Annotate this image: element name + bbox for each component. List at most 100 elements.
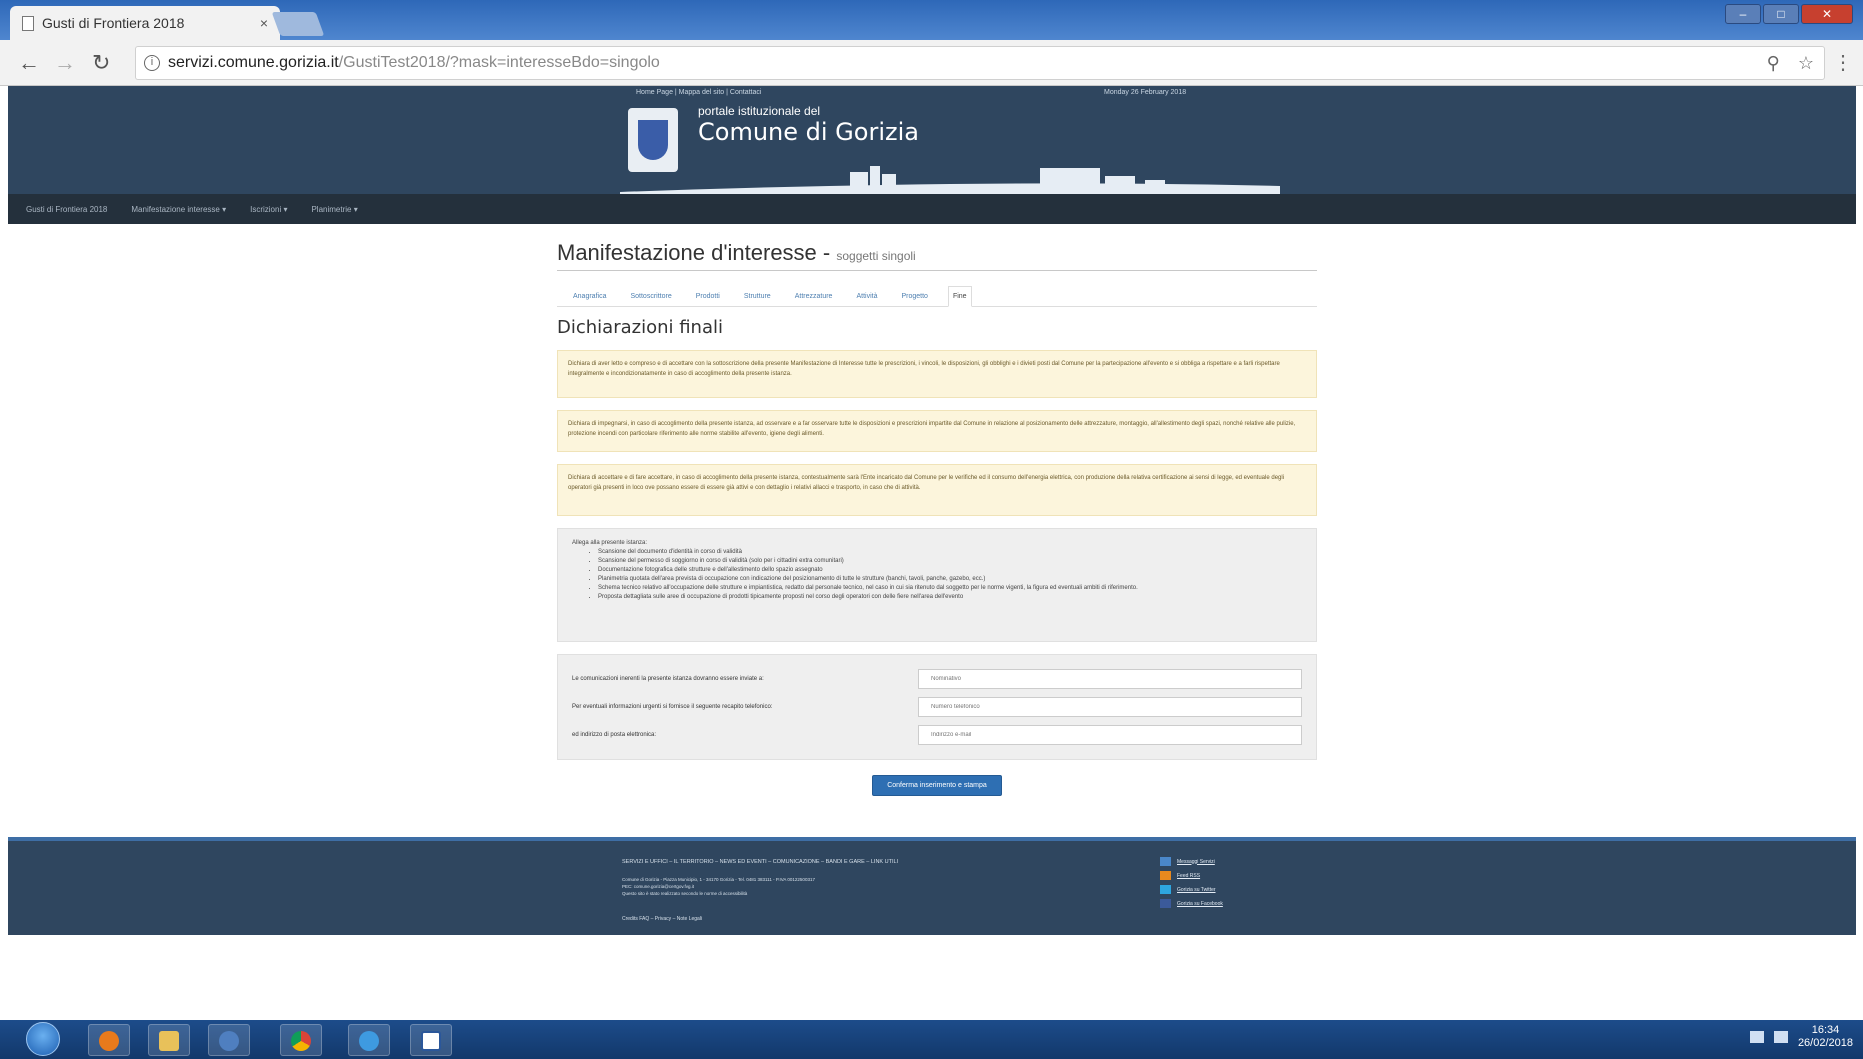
- tab-progetto[interactable]: Progetto: [897, 287, 931, 306]
- close-window-button[interactable]: ✕: [1801, 4, 1853, 24]
- declaration-box-3: Dichiara di accettare e di fare accettar…: [557, 464, 1317, 516]
- annex-title: Allega alla presente istanza:: [572, 540, 648, 546]
- clock[interactable]: 16:34 26/02/2018: [1798, 1024, 1853, 1050]
- browser-tab[interactable]: Gusti di Frontiera 2018 ×: [10, 6, 280, 40]
- tab-attrezzature[interactable]: Attrezzature: [791, 287, 837, 306]
- social-link-messages[interactable]: Messaggi Servizi: [1160, 857, 1223, 866]
- skyline-icon: [620, 166, 1280, 194]
- start-button-icon[interactable]: [26, 1022, 60, 1056]
- word-taskbar-icon[interactable]: [410, 1024, 452, 1056]
- browser-menu-icon[interactable]: ⋮: [1833, 50, 1853, 75]
- minimize-button[interactable]: –: [1725, 4, 1761, 24]
- tab-title: Gusti di Frontiera 2018: [42, 15, 185, 31]
- annex-list: Scansione del documento d'identità in co…: [598, 548, 1302, 602]
- address-line: Comune di Gorizia - Piazza Municipio, 1 …: [622, 877, 815, 882]
- footer-address: Comune di Gorizia - Piazza Municipio, 1 …: [622, 876, 982, 897]
- browser-toolbar: ← → ↻ i servizi.comune.gorizia.it/GustiT…: [0, 40, 1863, 86]
- accessibility-line: Questo sito è stato realizzato secondo l…: [622, 891, 748, 896]
- fp-app-taskbar-icon[interactable]: [208, 1024, 250, 1056]
- tab-strutture[interactable]: Strutture: [740, 287, 775, 306]
- tab-close-icon[interactable]: ×: [260, 15, 268, 31]
- list-item: Proposta dettagliata sulle aree di occup…: [598, 593, 1302, 602]
- bookmark-star-icon[interactable]: ☆: [1798, 53, 1814, 74]
- file-explorer-taskbar-icon[interactable]: [148, 1024, 190, 1056]
- list-item: Scansione del permesso di soggiorno in c…: [598, 557, 1302, 566]
- twitter-icon: [1160, 885, 1171, 894]
- new-tab-button[interactable]: [271, 12, 325, 36]
- media-player-taskbar-icon[interactable]: [88, 1024, 130, 1056]
- phone-input[interactable]: [918, 697, 1302, 717]
- main-nav: Gusti di Frontiera 2018 Manifestazione i…: [8, 194, 1856, 224]
- contact-row: Le comunicazioni inerenti la presente is…: [572, 665, 1302, 693]
- page-title-text: Manifestazione d'interesse -: [557, 240, 837, 265]
- pec-line: PEC: comune.gorizia@certgov.fvg.it: [622, 884, 695, 889]
- site-logo[interactable]: portale istituzionale del Comune di Gori…: [620, 102, 1280, 194]
- network-icon[interactable]: [1749, 1031, 1764, 1043]
- page-subtitle: soggetti singoli: [836, 249, 916, 263]
- section-title: Dichiarazioni finali: [557, 317, 723, 338]
- rss-icon: [1160, 871, 1171, 880]
- tab-sottoscrittore[interactable]: Sottoscrittore: [626, 287, 675, 306]
- nav-item-planimetrie[interactable]: Planimetrie ▾: [311, 205, 357, 214]
- footer-credits[interactable]: Credits FAQ – Privacy – Note Legali: [622, 916, 702, 922]
- zoom-icon[interactable]: ⚲: [1767, 53, 1780, 74]
- tab-prodotti[interactable]: Prodotti: [692, 287, 724, 306]
- page-icon: [22, 15, 34, 31]
- list-item: Planimetria quotata dell'area prevista d…: [598, 575, 1302, 584]
- social-link-twitter[interactable]: Gorizia su Twitter: [1160, 885, 1223, 894]
- page-title: Manifestazione d'interesse - soggetti si…: [557, 240, 1317, 271]
- email-row: ed indirizzo di posta elettronica:: [572, 721, 1302, 749]
- info-icon[interactable]: i: [144, 55, 160, 71]
- social-link-rss[interactable]: Feed RSS: [1160, 871, 1223, 880]
- tab-attivita[interactable]: Attività: [852, 287, 881, 306]
- back-arrow-icon[interactable]: ←: [18, 50, 40, 76]
- contact-name-input[interactable]: [918, 669, 1302, 689]
- window-controls: – □ ✕: [1725, 4, 1853, 24]
- utility-links[interactable]: Home Page | Mappa del sito | Contattaci: [636, 89, 761, 96]
- tab-fine[interactable]: Fine: [947, 286, 972, 307]
- clock-date: 26/02/2018: [1797, 1037, 1853, 1049]
- address-bar[interactable]: i servizi.comune.gorizia.it/GustiTest201…: [135, 46, 1825, 80]
- nav-item-iscrizioni[interactable]: Iscrizioni ▾: [250, 205, 287, 214]
- chrome-taskbar-icon[interactable]: [280, 1024, 322, 1056]
- list-item: Schema tecnico relativo all'occupazione …: [598, 584, 1302, 593]
- footer-links[interactable]: SERVIZI E UFFICI – IL TERRITORIO – NEWS …: [622, 859, 898, 865]
- confirm-and-print-button[interactable]: Conferma inserimento e stampa: [872, 775, 1002, 796]
- internet-explorer-taskbar-icon[interactable]: [348, 1024, 390, 1056]
- nav-item-home[interactable]: Gusti di Frontiera 2018: [26, 205, 107, 214]
- list-item: Documentazione fotografica delle struttu…: [598, 566, 1302, 575]
- social-links: Messaggi Servizi Feed RSS Gorizia su Twi…: [1160, 857, 1223, 908]
- site-header: Home Page | Mappa del sito | Contattaci …: [8, 86, 1856, 194]
- social-link-facebook[interactable]: Gorizia su Facebook: [1160, 899, 1223, 908]
- volume-icon[interactable]: [1773, 1031, 1788, 1043]
- social-label: Gorizia su Twitter: [1177, 886, 1216, 893]
- site-footer: SERVIZI E UFFICI – IL TERRITORIO – NEWS …: [8, 837, 1856, 935]
- clock-time: 16:34: [1811, 1024, 1840, 1036]
- header-date: Monday 26 February 2018: [1104, 89, 1187, 96]
- tab-anagrafica[interactable]: Anagrafica: [569, 287, 610, 306]
- email-label: ed indirizzo di posta elettronica:: [572, 732, 657, 738]
- declaration-box-1: Dichiara di aver letto e compreso e di a…: [557, 350, 1317, 398]
- reload-icon[interactable]: ↻: [92, 50, 110, 76]
- nav-item-manifestazione[interactable]: Manifestazione interesse ▾: [131, 205, 226, 214]
- contact-label: Le comunicazioni inerenti la presente is…: [572, 676, 764, 682]
- email-input[interactable]: [918, 725, 1302, 745]
- windows-taskbar: 16:34 26/02/2018: [0, 1020, 1863, 1059]
- url-path: /GustiTest2018/?mask=interesseBdo=singol…: [338, 54, 660, 71]
- list-item: Scansione del documento d'identità in co…: [598, 548, 1302, 557]
- contact-form: Le comunicazioni inerenti la presente is…: [557, 654, 1317, 760]
- portal-label: portale istituzionale del: [698, 104, 821, 118]
- form-tabs: Anagrafica Sottoscrittore Prodotti Strut…: [557, 277, 1317, 307]
- submit-wrap: Conferma inserimento e stampa: [557, 774, 1317, 796]
- phone-row: Per eventuali informazioni urgenti si fo…: [572, 693, 1302, 721]
- social-label: Gorizia su Facebook: [1177, 900, 1223, 907]
- system-tray: 16:34 26/02/2018: [1749, 1024, 1853, 1050]
- social-label: Messaggi Servizi: [1177, 858, 1215, 865]
- url-host: servizi.comune.gorizia.it: [168, 54, 339, 71]
- city-name: Comune di Gorizia: [698, 118, 919, 146]
- phone-label: Per eventuali informazioni urgenti si fo…: [572, 704, 773, 710]
- declaration-box-2: Dichiara di impegnarsi, in caso di accog…: [557, 410, 1317, 452]
- forward-arrow-icon[interactable]: →: [54, 50, 76, 76]
- message-icon: [1160, 857, 1171, 866]
- maximize-button[interactable]: □: [1763, 4, 1799, 24]
